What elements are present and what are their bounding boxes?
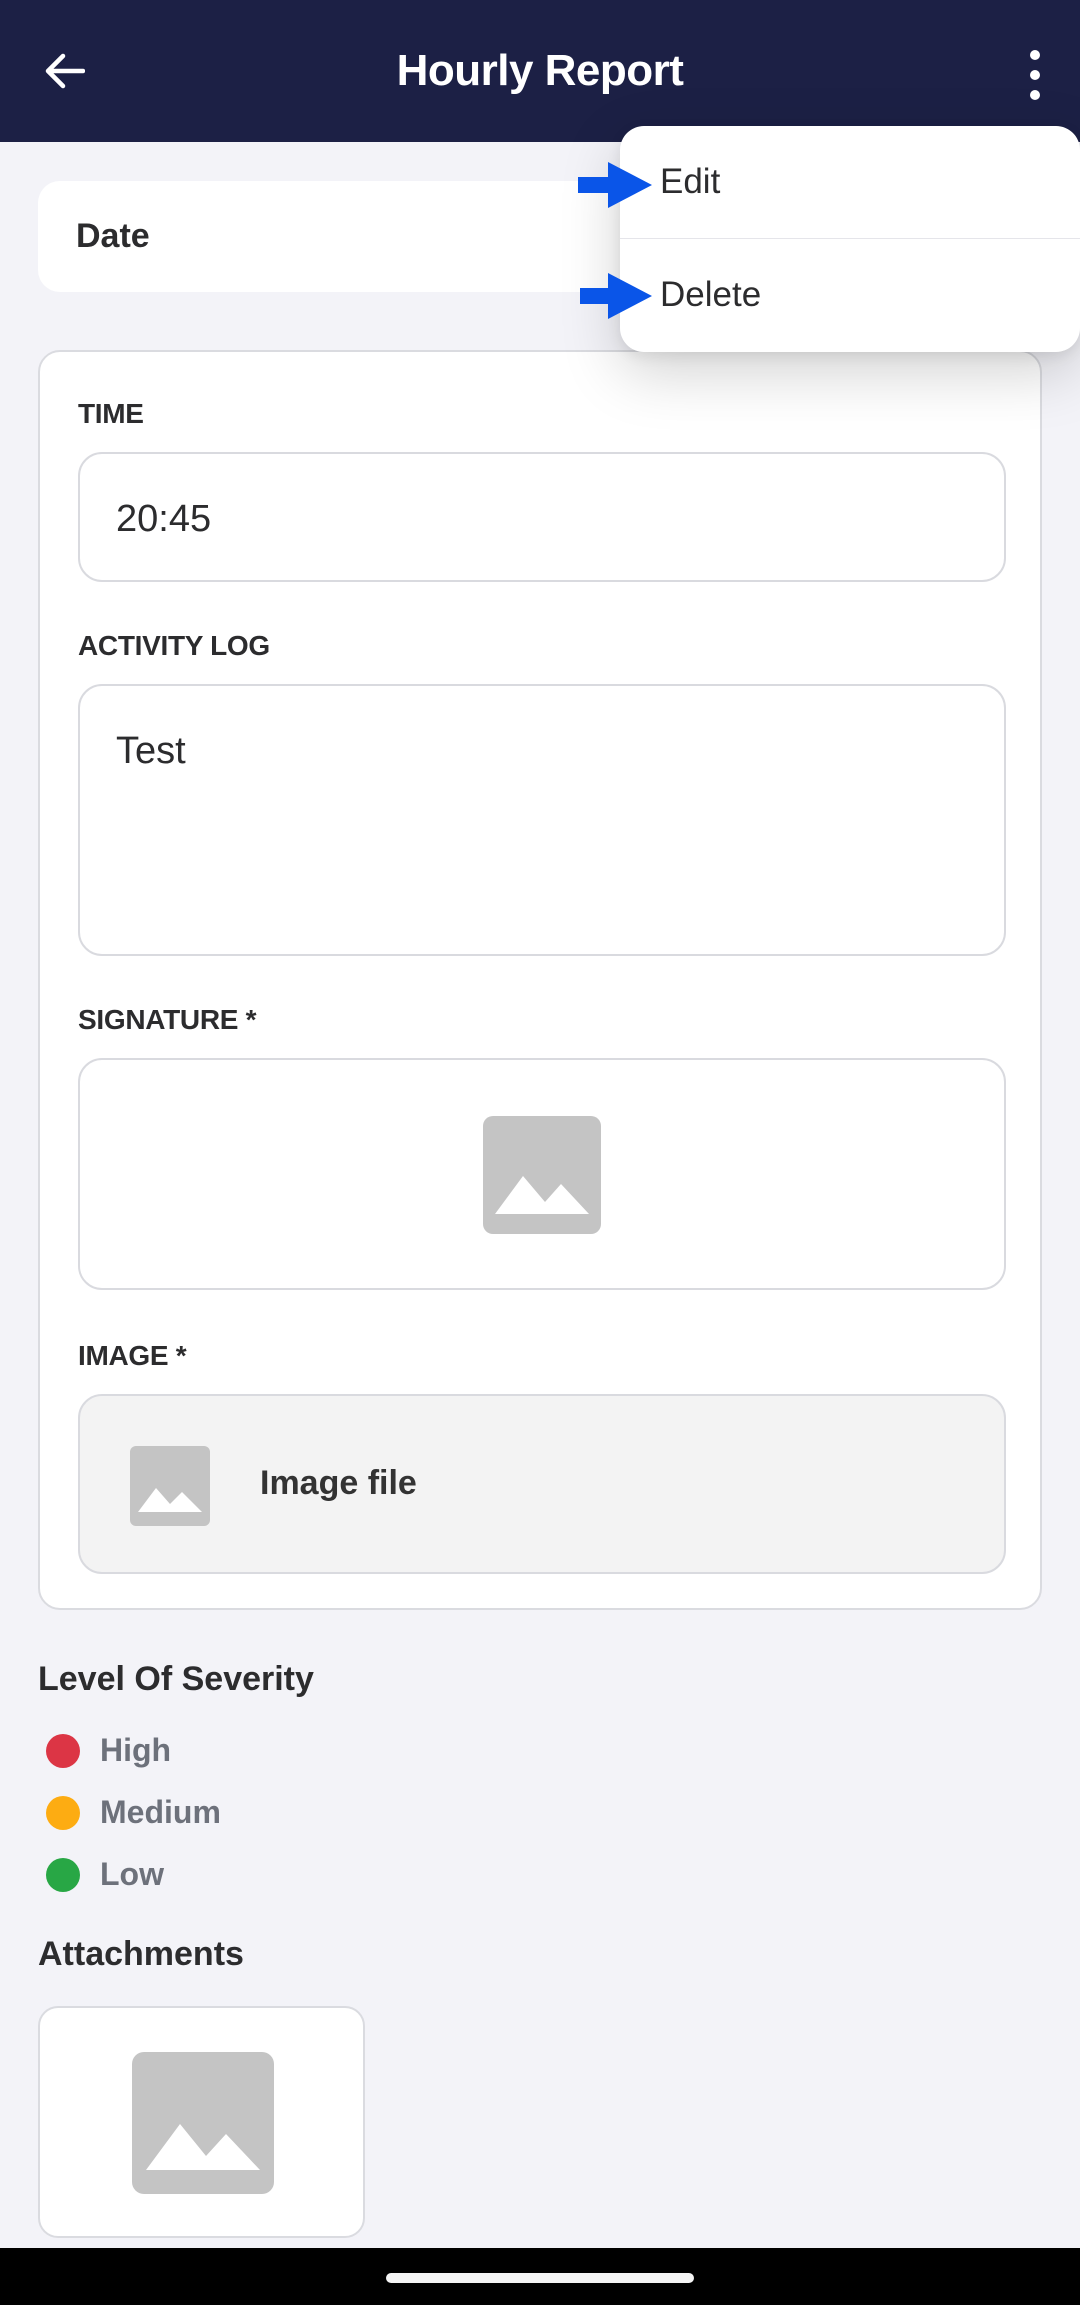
activity-log-field[interactable]: Test [78, 684, 1006, 956]
severity-medium: Medium [46, 1794, 221, 1831]
report-form-card: TIME 20:45 ACTIVITY LOG Test SIGNATURE *… [38, 350, 1042, 1610]
image-file-text: Image file [260, 1464, 417, 1502]
back-button[interactable] [40, 46, 90, 96]
low-indicator-icon [46, 1857, 80, 1892]
overflow-menu: Edit Delete [620, 126, 1080, 352]
severity-low: Low [46, 1856, 164, 1893]
attachments-title: Attachments [38, 1935, 244, 1973]
menu-item-edit[interactable]: Edit [620, 126, 1080, 238]
severity-high: High [46, 1732, 171, 1769]
pointer-arrow-icon [580, 273, 652, 319]
date-label: Date [76, 217, 150, 255]
activity-log-label: ACTIVITY LOG [78, 630, 270, 661]
app-root: Hourly Report Date TIME 20:45 ACTIVITY L… [0, 0, 1080, 2305]
image-label: IMAGE * [78, 1340, 187, 1371]
signature-label: SIGNATURE * [78, 1004, 257, 1035]
image-file-icon [130, 1446, 210, 1526]
system-nav-bar [0, 2248, 1080, 2305]
pointer-arrow-icon [578, 162, 652, 208]
attachment-image-icon [132, 2052, 274, 2194]
attachment-thumbnail[interactable] [38, 2006, 365, 2238]
home-handle[interactable] [386, 2273, 694, 2283]
page-title: Hourly Report [396, 46, 684, 95]
more-options-button[interactable] [1020, 50, 1050, 100]
high-indicator-icon [46, 1733, 80, 1768]
image-placeholder-icon [483, 1116, 601, 1234]
signature-field[interactable] [78, 1058, 1006, 1290]
time-label: TIME [78, 398, 144, 429]
severity-title: Level Of Severity [38, 1660, 314, 1698]
image-file-picker[interactable]: Image file [78, 1394, 1006, 1574]
arrow-left-icon [45, 53, 85, 89]
medium-indicator-icon [46, 1795, 80, 1830]
menu-item-delete[interactable]: Delete [620, 239, 1080, 351]
time-value: 20:45 [116, 498, 212, 540]
more-vertical-icon [1030, 50, 1040, 60]
app-header: Hourly Report [0, 0, 1080, 142]
time-field[interactable]: 20:45 [78, 452, 1006, 582]
activity-log-value: Test [116, 730, 186, 772]
